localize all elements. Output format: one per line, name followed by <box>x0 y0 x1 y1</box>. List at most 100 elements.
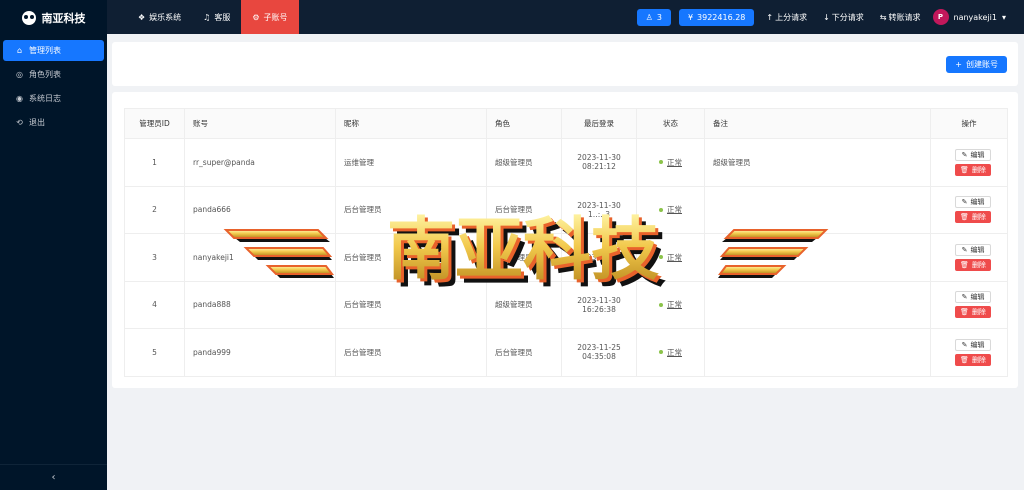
delete-label: 删除 <box>971 355 986 364</box>
sidebar-item-label: 角色列表 <box>29 70 61 79</box>
cell-note <box>704 185 931 234</box>
column-header-last-login: 最后登录 <box>561 108 637 139</box>
login-time: 16:26:38 <box>582 304 616 314</box>
edit-icon: ✎ <box>961 198 968 207</box>
cell-note <box>704 280 931 329</box>
cell-id: 2 <box>124 185 185 234</box>
arrow-up-icon: ↑ <box>766 12 774 22</box>
down-request-label: 下分请求 <box>831 12 864 22</box>
create-account-button[interactable]: + 创建账号 <box>946 56 1007 73</box>
panda-logo-icon <box>21 11 36 25</box>
circle-icon: ◎ <box>16 70 23 79</box>
cell-last-login: 2023-11-30 08:21:12 <box>561 138 637 187</box>
login-date: 2023-11-30 <box>577 153 621 163</box>
trash-icon: 🗑 <box>960 165 969 174</box>
table-row: 5 panda999 后台管理员 后台管理员 2023-11-25 04:35:0… <box>124 328 1008 377</box>
cell-role: 超级管理员 <box>486 280 562 329</box>
cell-last-login: 2023-11-25 04:35:08 <box>561 328 637 377</box>
plus-icon: + <box>955 60 962 69</box>
nav-label: 娱乐系统 <box>149 12 182 22</box>
delete-button[interactable]: 🗑 删除 <box>955 163 991 176</box>
trash-icon: 🗑 <box>960 260 969 269</box>
cell-actions: ✎ 编辑 🗑 删除 <box>930 280 1008 329</box>
status-dot-icon <box>659 207 663 212</box>
status-dot-icon <box>659 160 663 165</box>
status-badge: 正常 <box>667 157 682 167</box>
sidebar-item-label: 系统日志 <box>29 94 61 103</box>
toolbar-card: + 创建账号 <box>112 42 1018 86</box>
sidebar-item-role-list[interactable]: ◎ 角色列表 <box>3 64 104 85</box>
cell-role: 后台管理员 <box>486 233 562 282</box>
edit-button[interactable]: ✎ 编辑 <box>955 243 991 256</box>
column-header-status: 状态 <box>636 108 705 139</box>
delete-button[interactable]: 🗑 删除 <box>955 258 991 271</box>
cell-nickname: 后台管理员 <box>335 185 487 234</box>
sidebar-item-admin-list[interactable]: ⌂ 管理列表 <box>3 40 104 61</box>
table-row: 3 nanyakeji1 后台管理员 后台管理员 2023-11-30 正常 ✎… <box>124 233 1008 282</box>
sidebar: 南亚科技 ⌂ 管理列表 ◎ 角色列表 ◉ 系统日志 ⟲ 退出 ‹ <box>0 0 107 490</box>
cell-account: panda999 <box>184 328 336 377</box>
balance-value: 3922416.28 <box>697 12 746 22</box>
delete-button[interactable]: 🗑 删除 <box>955 211 991 224</box>
balance-button[interactable]: ¥ 3922416.28 <box>678 8 755 26</box>
login-date: 2023-11-30 <box>577 200 621 210</box>
app-logo[interactable]: 南亚科技 <box>0 0 107 36</box>
edit-label: 编辑 <box>970 340 985 349</box>
column-header-id: 管理员ID <box>124 108 185 139</box>
edit-button[interactable]: ✎ 编辑 <box>955 148 991 161</box>
cell-actions: ✎ 编辑 🗑 删除 <box>930 328 1008 377</box>
cell-status: 正常 <box>636 138 705 187</box>
up-request-label: 上分请求 <box>775 12 808 22</box>
sidebar-item-logout[interactable]: ⟲ 退出 <box>3 112 104 133</box>
transfer-icon: ⇆ <box>879 12 887 22</box>
edit-button[interactable]: ✎ 编辑 <box>955 291 991 304</box>
up-request-link[interactable]: ↑ 上分请求 <box>762 12 811 23</box>
table-row: 2 panda666 后台管理员 后台管理员 2023-11-30 1‥:‥3 正… <box>124 185 1008 234</box>
logout-icon: ⟲ <box>16 118 23 127</box>
column-header-account: 账号 <box>184 108 336 139</box>
edit-button[interactable]: ✎ 编辑 <box>955 338 991 351</box>
edit-button[interactable]: ✎ 编辑 <box>955 196 991 209</box>
user-count: 3 <box>656 12 662 22</box>
cell-actions: ✎ 编辑 🗑 删除 <box>930 185 1008 234</box>
cell-id: 1 <box>124 138 185 187</box>
trash-icon: 🗑 <box>960 213 969 222</box>
edit-icon: ✎ <box>961 150 968 159</box>
sidebar-item-system-log[interactable]: ◉ 系统日志 <box>3 88 104 109</box>
transfer-request-link[interactable]: ⇆ 转账请求 <box>876 12 925 23</box>
user-icon: ♙ <box>645 12 653 22</box>
cell-actions: ✎ 编辑 🗑 删除 <box>930 233 1008 282</box>
cell-role: 后台管理员 <box>486 185 562 234</box>
nav-entertainment-system[interactable]: ❖ 娱乐系统 <box>127 0 192 34</box>
home-icon: ⌂ <box>16 46 23 55</box>
login-time: 08:21:12 <box>582 162 616 172</box>
delete-button[interactable]: 🗑 删除 <box>955 353 991 366</box>
delete-label: 删除 <box>971 213 986 222</box>
online-users-button[interactable]: ♙ 3 <box>636 8 671 26</box>
delete-button[interactable]: 🗑 删除 <box>955 306 991 319</box>
cell-account: panda666 <box>184 185 336 234</box>
cell-note <box>704 328 931 377</box>
cell-role: 超级管理员 <box>486 138 562 187</box>
down-request-link[interactable]: ↓ 下分请求 <box>819 12 868 23</box>
delete-label: 删除 <box>971 308 986 317</box>
cell-last-login: 2023-11-30 1‥:‥3 <box>561 185 637 234</box>
dropbox-icon: ❖ <box>138 12 146 22</box>
target-icon: ◉ <box>16 94 23 103</box>
sidebar-collapse-button[interactable]: ‹ <box>0 464 107 490</box>
nav-customer-service[interactable]: ♫ 客服 <box>192 0 241 34</box>
table-row: 4 panda888 后台管理员 超级管理员 2023-11-30 16:26:3… <box>124 280 1008 329</box>
nav-sub-account[interactable]: ⚙ 子账号 <box>241 0 299 34</box>
status-badge: 正常 <box>667 252 682 262</box>
cell-note: 超级管理员 <box>704 138 931 187</box>
status-dot-icon <box>659 350 663 355</box>
sidebar-item-label: 管理列表 <box>29 46 61 55</box>
top-header: ❖ 娱乐系统 ♫ 客服 ⚙ 子账号 ♙ 3 ¥ 3922416.28 ↑ 上分请… <box>107 0 1024 34</box>
user-menu[interactable]: P nanyakeji1 ▾ <box>932 9 1006 25</box>
cell-status: 正常 <box>636 233 705 282</box>
avatar: P <box>932 9 949 25</box>
cell-nickname: 运维管理 <box>335 138 487 187</box>
edit-label: 编辑 <box>970 198 985 207</box>
edit-icon: ✎ <box>961 245 968 254</box>
headset-icon: ♫ <box>203 12 211 22</box>
